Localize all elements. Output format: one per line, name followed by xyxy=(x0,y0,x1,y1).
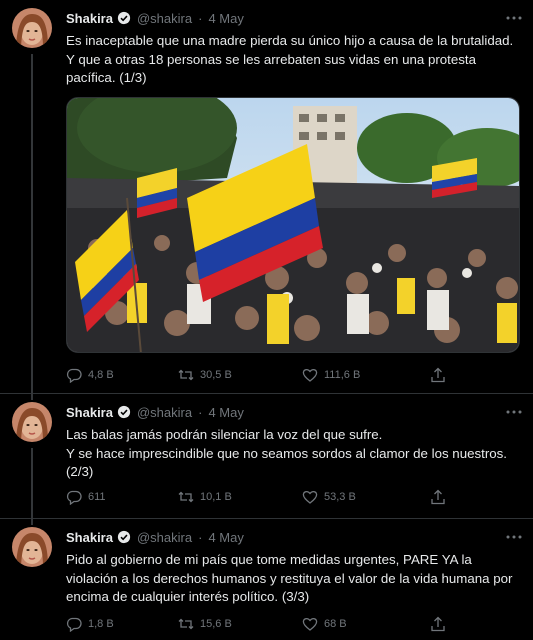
tweet-text: Es inaceptable que una madre pierda su ú… xyxy=(66,33,514,85)
heart-icon xyxy=(302,491,318,504)
reply-icon xyxy=(66,490,82,505)
thread-line-top xyxy=(31,392,33,400)
display-name[interactable]: Shakira xyxy=(66,405,113,420)
reply-count: 611 xyxy=(88,491,106,503)
share-icon xyxy=(431,489,445,505)
tweet-date[interactable]: 4 May xyxy=(208,11,243,26)
more-dots-icon[interactable] xyxy=(505,13,523,23)
share-icon xyxy=(431,616,445,632)
retweet-icon xyxy=(178,618,194,630)
avatar[interactable] xyxy=(12,402,52,442)
tweet-3[interactable]: Shakira @shakira · 4 May Pido al gobiern… xyxy=(0,517,533,640)
tweet-actions: 611 10,1 B 53,3 B xyxy=(66,487,466,507)
reply-button[interactable]: 611 xyxy=(66,487,106,507)
verified-badge-icon xyxy=(117,11,131,25)
tweet-date[interactable]: 4 May xyxy=(208,530,243,545)
like-button[interactable]: 53,3 B xyxy=(302,487,356,507)
tweet-1[interactable]: Shakira @shakira · 4 May Es inaceptable … xyxy=(0,0,533,394)
retweet-count: 30,5 B xyxy=(200,369,232,381)
heart-icon xyxy=(302,369,318,382)
like-count: 53,3 B xyxy=(324,491,356,503)
retweet-button[interactable]: 30,5 B xyxy=(178,365,232,385)
retweet-button[interactable]: 10,1 B xyxy=(178,487,232,507)
retweet-icon xyxy=(178,369,194,381)
reply-button[interactable]: 1,8 B xyxy=(66,614,114,634)
share-button[interactable] xyxy=(430,487,452,507)
date-separator: · xyxy=(198,404,203,420)
tweet-date[interactable]: 4 May xyxy=(208,405,243,420)
like-button[interactable]: 111,6 B xyxy=(302,365,360,385)
reply-icon xyxy=(66,617,82,632)
like-count: 68 B xyxy=(324,618,347,630)
handle[interactable]: @shakira xyxy=(137,11,192,26)
verified-badge-icon xyxy=(117,405,131,419)
share-button[interactable] xyxy=(430,614,452,634)
date-separator: · xyxy=(198,10,203,26)
avatar[interactable] xyxy=(12,8,52,48)
verified-badge-icon xyxy=(117,530,131,544)
handle[interactable]: @shakira xyxy=(137,405,192,420)
share-button[interactable] xyxy=(430,365,452,385)
share-icon xyxy=(431,367,445,383)
reply-icon xyxy=(66,368,82,383)
tweet-photo[interactable] xyxy=(66,97,520,353)
thread-line-top xyxy=(31,517,33,525)
retweet-icon xyxy=(178,491,194,503)
tweet-header: Shakira @shakira · 4 May xyxy=(66,527,244,547)
display-name[interactable]: Shakira xyxy=(66,530,113,545)
more-dots-icon[interactable] xyxy=(505,407,523,417)
thread-line xyxy=(31,54,33,394)
tweet-text: Las balas jamás podrán silenciar la voz … xyxy=(66,427,507,479)
date-separator: · xyxy=(198,529,203,545)
tweet-text: Pido al gobierno de mi país que tome med… xyxy=(66,552,513,604)
tweet-thread: Shakira @shakira · 4 May Es inaceptable … xyxy=(0,0,533,640)
tweet-header: Shakira @shakira · 4 May xyxy=(66,402,244,422)
like-count: 111,6 B xyxy=(324,369,361,381)
thread-line xyxy=(31,448,33,519)
handle[interactable]: @shakira xyxy=(137,530,192,545)
reply-count: 4,8 B xyxy=(88,369,114,381)
reply-button[interactable]: 4,8 B xyxy=(66,365,114,385)
tweet-actions: 4,8 B 30,5 B 111,6 B xyxy=(66,365,466,385)
display-name[interactable]: Shakira xyxy=(66,11,113,26)
tweet-header: Shakira @shakira · 4 May xyxy=(66,8,244,28)
avatar[interactable] xyxy=(12,527,52,567)
retweet-count: 15,6 B xyxy=(200,618,232,630)
retweet-button[interactable]: 15,6 B xyxy=(178,614,232,634)
like-button[interactable]: 68 B xyxy=(302,614,347,634)
reply-count: 1,8 B xyxy=(88,618,114,630)
tweet-actions: 1,8 B 15,6 B 68 B xyxy=(66,614,466,634)
retweet-count: 10,1 B xyxy=(200,491,232,503)
heart-icon xyxy=(302,618,318,631)
more-dots-icon[interactable] xyxy=(505,532,523,542)
tweet-2[interactable]: Shakira @shakira · 4 May Las balas jamás… xyxy=(0,392,533,519)
